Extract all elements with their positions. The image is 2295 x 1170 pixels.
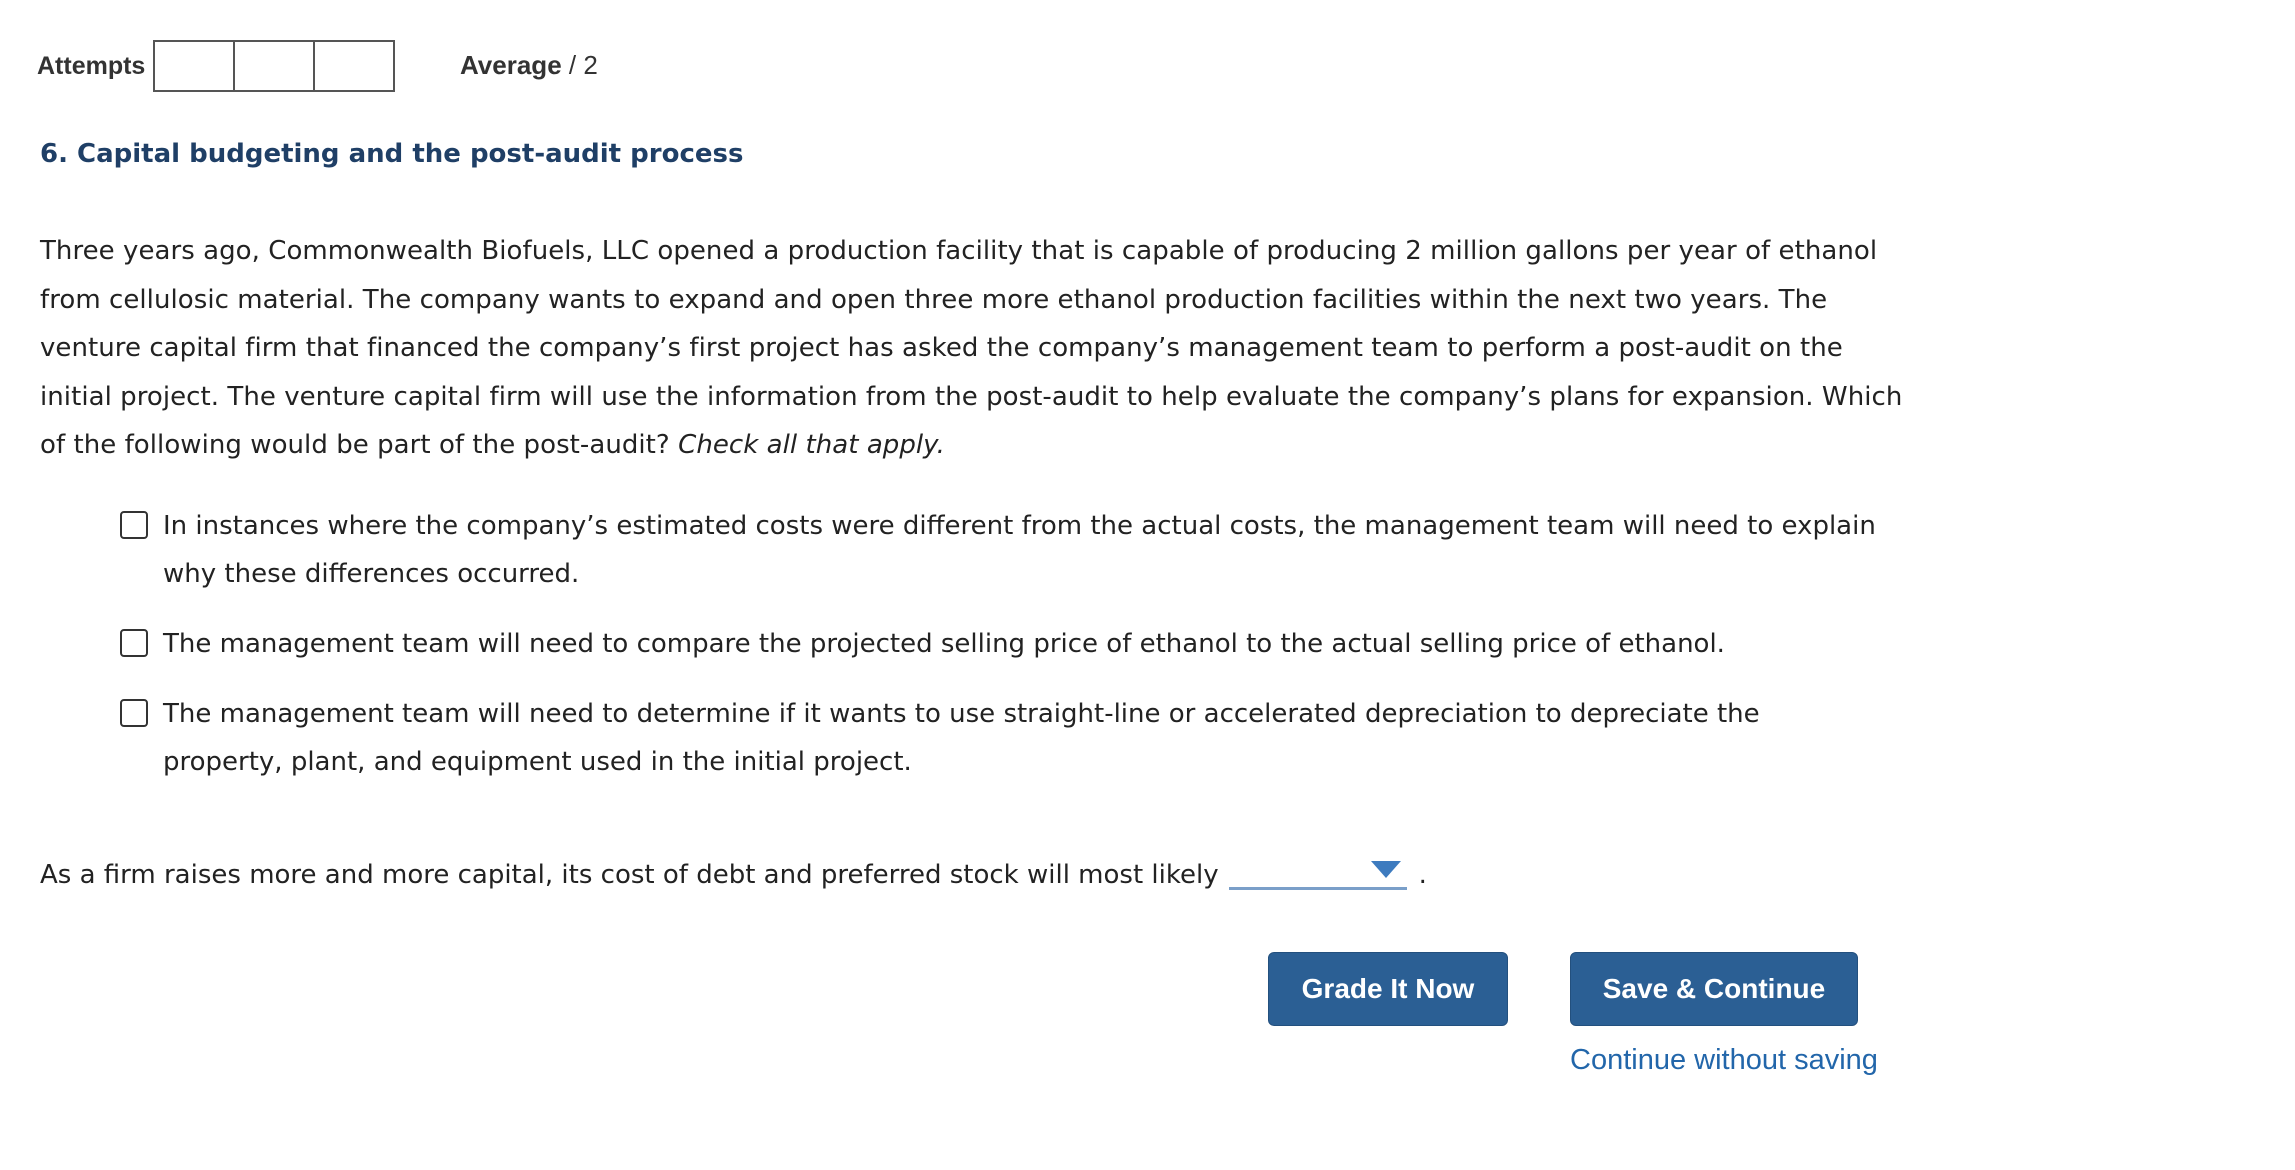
question-instruction: Check all that apply.	[678, 430, 945, 460]
answer-option-label[interactable]: The management team will need to compare…	[163, 620, 1883, 668]
answer-dropdown[interactable]	[1228, 851, 1407, 890]
answer-option[interactable]: The management team will need to determi…	[120, 690, 1900, 786]
answer-option[interactable]: In instances where the company’s estimat…	[120, 502, 1900, 598]
answer-checkbox[interactable]	[120, 511, 148, 539]
answer-checkbox[interactable]	[120, 629, 148, 657]
average-label: Average	[460, 50, 562, 80]
attempt-box	[155, 42, 236, 90]
answer-options: In instances where the company’s estimat…	[120, 502, 1900, 808]
attempts-row: Attempts	[37, 40, 396, 92]
triangle-down-icon[interactable]	[1370, 861, 1401, 878]
average-value: / 2	[568, 50, 598, 80]
question-body: Three years ago, Commonwealth Biofuels, …	[40, 227, 1910, 470]
answer-option[interactable]: The management team will need to compare…	[120, 620, 1900, 668]
fill-in-text: As a firm raises more and more capital, …	[40, 860, 1219, 890]
fill-in-sentence: As a firm raises more and more capital, …	[40, 851, 1427, 890]
sentence-period: .	[1418, 860, 1427, 890]
answer-option-label[interactable]: In instances where the company’s estimat…	[163, 502, 1883, 598]
answer-checkbox[interactable]	[120, 699, 148, 727]
question-body-text: Three years ago, Commonwealth Biofuels, …	[40, 236, 1903, 460]
attempts-label: Attempts	[37, 51, 146, 80]
average-score: Average / 2	[460, 50, 598, 81]
attempt-box	[315, 42, 393, 90]
attempt-box	[235, 42, 316, 90]
grade-it-now-button[interactable]: Grade It Now	[1268, 952, 1508, 1026]
attempt-boxes	[153, 40, 396, 92]
answer-option-label[interactable]: The management team will need to determi…	[163, 690, 1883, 786]
question-title: 6. Capital budgeting and the post-audit …	[40, 139, 744, 169]
save-and-continue-button[interactable]: Save & Continue	[1570, 952, 1858, 1026]
continue-without-saving-link[interactable]: Continue without saving	[1570, 1044, 1878, 1077]
